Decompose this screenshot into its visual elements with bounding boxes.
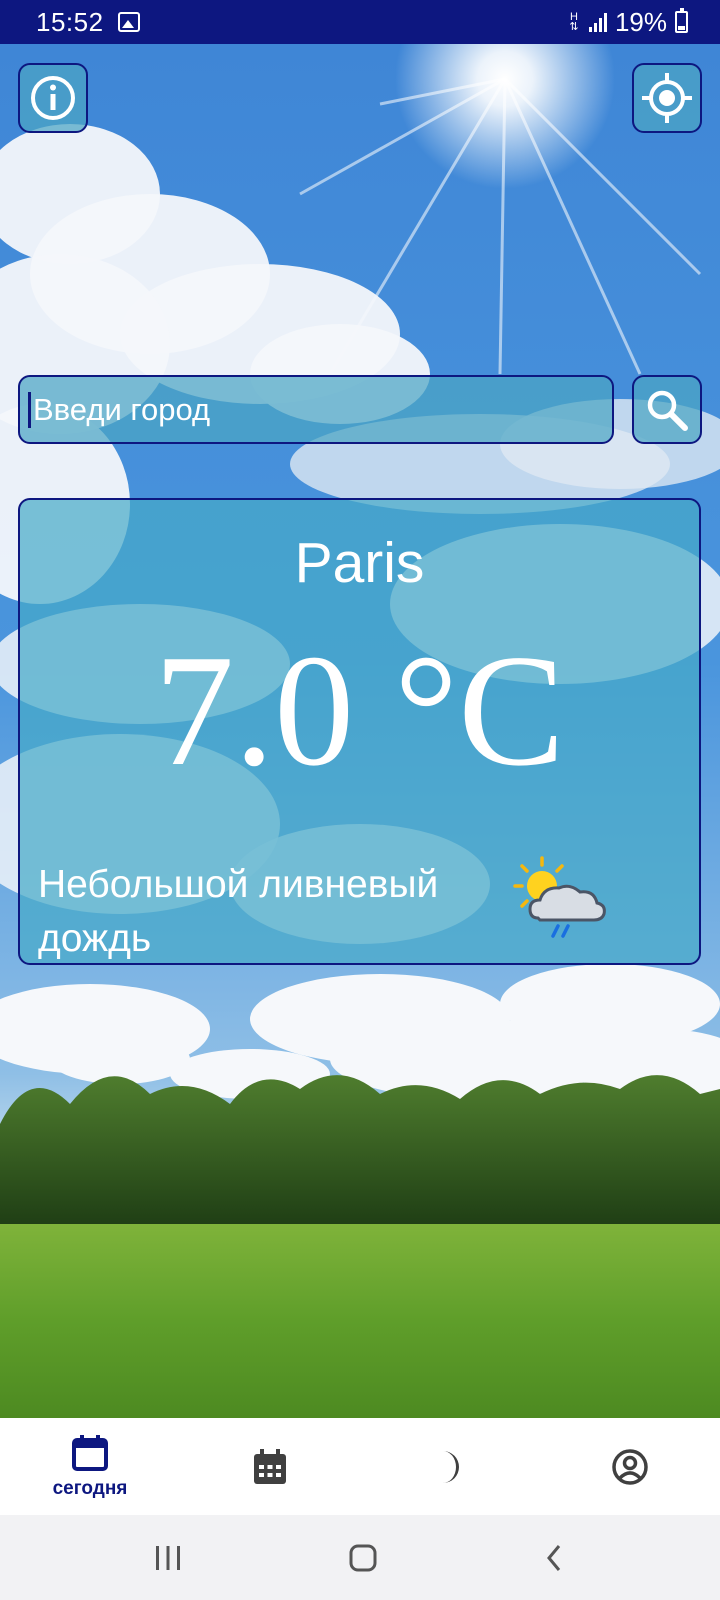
info-icon bbox=[31, 76, 75, 120]
signal-icon bbox=[588, 12, 607, 32]
network-type: H bbox=[569, 11, 578, 23]
locate-button[interactable] bbox=[632, 63, 702, 133]
status-time: 15:52 bbox=[36, 6, 104, 37]
status-bar: 15:52 H ⇅ 19% bbox=[0, 0, 720, 44]
search-icon bbox=[647, 390, 688, 431]
temperature: 7.0 °C bbox=[154, 621, 565, 799]
weather-condition: Небольшой ливневый дождь bbox=[38, 863, 439, 960]
city-search-field[interactable] bbox=[18, 375, 614, 444]
home-icon[interactable] bbox=[348, 1543, 378, 1573]
status-icons: H ⇅ 19% bbox=[567, 7, 688, 38]
weather-card: Paris 7.0 °C Небольшой ливневый дождь bbox=[18, 498, 701, 965]
sun-cloud-rain-icon bbox=[513, 856, 606, 938]
system-navigation-bar bbox=[0, 1515, 720, 1600]
calendar-today-icon bbox=[72, 1434, 108, 1471]
search-button[interactable] bbox=[632, 375, 702, 444]
tab-forecast[interactable] bbox=[180, 1418, 360, 1515]
bottom-navigation: сегодня bbox=[0, 1418, 720, 1515]
recents-icon[interactable] bbox=[153, 1544, 183, 1572]
calendar-grid-icon bbox=[254, 1448, 286, 1484]
text-cursor bbox=[28, 391, 31, 428]
city-name: Paris bbox=[294, 531, 425, 595]
tab-today[interactable]: сегодня bbox=[0, 1418, 180, 1515]
back-icon[interactable] bbox=[543, 1543, 567, 1573]
city-search-input[interactable] bbox=[33, 391, 593, 428]
tab-night[interactable] bbox=[360, 1418, 540, 1515]
crosshair-icon bbox=[642, 73, 692, 123]
battery-percent: 19% bbox=[614, 6, 667, 37]
account-icon bbox=[612, 1448, 648, 1485]
battery-icon bbox=[675, 8, 688, 33]
data-arrows-icon: H ⇅ bbox=[569, 11, 579, 33]
tab-account[interactable] bbox=[540, 1418, 720, 1515]
tab-today-label: сегодня bbox=[52, 1477, 128, 1499]
info-button[interactable] bbox=[18, 63, 88, 133]
moon-icon bbox=[443, 1450, 459, 1483]
gallery-icon bbox=[117, 12, 140, 32]
